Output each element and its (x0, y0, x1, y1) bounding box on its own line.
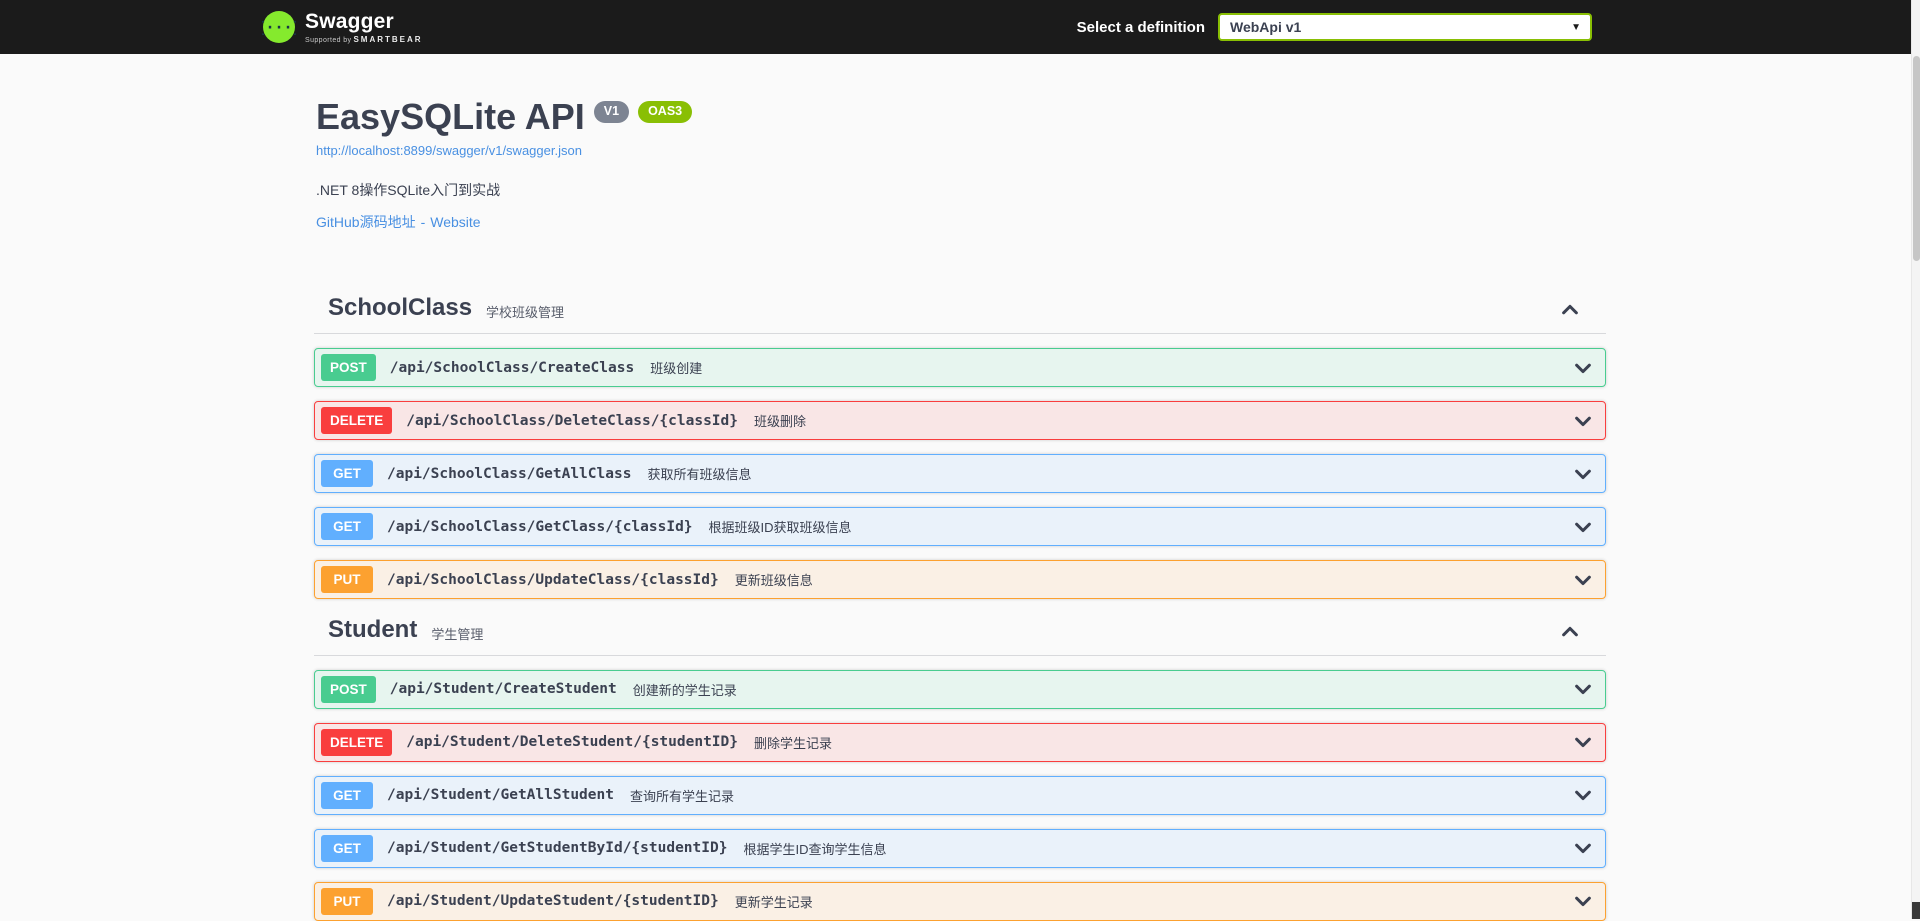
operation-summary: 根据班级ID获取班级信息 (709, 517, 852, 536)
method-badge: PUT (321, 566, 373, 594)
chevron-down-icon[interactable] (1573, 464, 1593, 484)
chevron-down-icon[interactable] (1573, 411, 1593, 431)
api-title: EasySQLite API (316, 96, 585, 137)
tagline-prefix: Supported by (305, 37, 351, 44)
operation-summary: 班级删除 (754, 411, 806, 430)
operation-summary: 根据学生ID查询学生信息 (743, 839, 886, 858)
operation-row[interactable]: DELETE /api/SchoolClass/DeleteClass/{cla… (314, 401, 1606, 440)
topbar: {···} Swagger Supported bySMARTBEAR Sele… (0, 0, 1920, 54)
chevron-down-icon[interactable] (1573, 570, 1593, 590)
method-badge: DELETE (321, 407, 392, 435)
operation-summary: 更新学生记录 (735, 892, 813, 911)
operation-summary: 更新班级信息 (735, 570, 813, 589)
external-links: GitHub源码地址-Website (314, 212, 1606, 232)
operation-summary: 获取所有班级信息 (647, 464, 751, 483)
method-badge: POST (321, 676, 376, 704)
svg-text:{···}: {···} (262, 19, 296, 37)
api-info: EasySQLite API V1 OAS3 http://localhost:88… (314, 96, 1606, 232)
main-content: EasySQLite API V1 OAS3 http://localhost:88… (314, 54, 1606, 921)
select-definition-label: Select a definition (1077, 19, 1205, 36)
swagger-logo[interactable]: {···} Swagger Supported bySMARTBEAR (262, 10, 423, 44)
operation-summary: 查询所有学生记录 (630, 786, 734, 805)
link-separator: - (421, 214, 426, 230)
chevron-up-icon[interactable] (1560, 622, 1580, 642)
operation-path: /api/SchoolClass/DeleteClass/{classId} (406, 413, 738, 429)
chevron-down-icon[interactable] (1573, 358, 1593, 378)
tagline-brand: SMARTBEAR (353, 35, 422, 44)
operation-list: POST /api/Student/CreateStudent 创建新的学生记录… (314, 656, 1606, 921)
chevron-down-icon[interactable] (1573, 838, 1593, 858)
sections: SchoolClass 学校班级管理 POST /api/SchoolClass… (314, 294, 1606, 921)
chevron-down-icon[interactable] (1573, 679, 1593, 699)
scrollbar-bottom-button[interactable] (1912, 902, 1920, 919)
brand-text: Swagger Supported bySMARTBEAR (305, 11, 423, 44)
method-badge: PUT (321, 888, 373, 916)
api-description: .NET 8操作SQLite入门到实战 (314, 180, 1606, 200)
operation-row[interactable]: POST /api/Student/CreateStudent 创建新的学生记录 (314, 670, 1606, 709)
spec-url-link[interactable]: http://localhost:8899/swagger/v1/swagger… (316, 143, 582, 158)
definition-select-value: WebApi v1 (1230, 19, 1301, 35)
chevron-down-icon[interactable] (1573, 732, 1593, 752)
topbar-inner: {···} Swagger Supported bySMARTBEAR Sele… (0, 10, 1920, 44)
definition-picker: Select a definition WebApi v1 ▼ (1077, 13, 1592, 41)
method-badge: GET (321, 782, 373, 810)
tag-section: Student 学生管理 POST /api/Student/CreateStu… (314, 616, 1606, 921)
method-badge: GET (321, 460, 373, 488)
scrollbar-thumb[interactable] (1913, 56, 1920, 261)
operation-summary: 删除学生记录 (754, 733, 832, 752)
operation-row[interactable]: PUT /api/Student/UpdateStudent/{studentI… (314, 882, 1606, 921)
chevron-down-icon[interactable] (1573, 891, 1593, 911)
section-header[interactable]: SchoolClass 学校班级管理 (314, 294, 1606, 334)
operation-row[interactable]: PUT /api/SchoolClass/UpdateClass/{classI… (314, 560, 1606, 599)
chevron-up-icon[interactable] (1560, 300, 1580, 320)
operation-path: /api/Student/GetStudentById/{studentID} (387, 840, 727, 856)
operation-path: /api/Student/UpdateStudent/{studentID} (387, 893, 719, 909)
section-title: Student (328, 616, 417, 645)
method-badge: POST (321, 354, 376, 382)
brand-tagline: Supported bySMARTBEAR (305, 35, 423, 44)
method-badge: GET (321, 835, 373, 863)
definition-select[interactable]: WebApi v1 ▼ (1218, 13, 1592, 41)
operation-row[interactable]: DELETE /api/Student/DeleteStudent/{stude… (314, 723, 1606, 762)
scrollbar[interactable] (1911, 0, 1920, 919)
method-badge: DELETE (321, 729, 392, 757)
page-title: EasySQLite API V1 OAS3 (314, 96, 1606, 137)
swagger-logo-icon: {···} (262, 10, 296, 44)
chevron-down-icon[interactable] (1573, 517, 1593, 537)
operation-path: /api/Student/DeleteStudent/{studentID} (406, 734, 738, 750)
operation-path: /api/SchoolClass/GetClass/{classId} (387, 519, 693, 535)
operation-path: /api/SchoolClass/GetAllClass (387, 466, 631, 482)
operation-row[interactable]: GET /api/SchoolClass/GetAllClass 获取所有班级信… (314, 454, 1606, 493)
operation-row[interactable]: GET /api/Student/GetAllStudent 查询所有学生记录 (314, 776, 1606, 815)
operation-row[interactable]: POST /api/SchoolClass/CreateClass 班级创建 (314, 348, 1606, 387)
method-badge: GET (321, 513, 373, 541)
github-link[interactable]: GitHub源码地址 (316, 214, 416, 230)
section-header[interactable]: Student 学生管理 (314, 616, 1606, 656)
section-description: 学校班级管理 (486, 297, 564, 321)
website-link[interactable]: Website (430, 214, 480, 230)
section-title: SchoolClass (328, 294, 472, 323)
version-badge: V1 (594, 101, 629, 123)
operation-row[interactable]: GET /api/Student/GetStudentById/{student… (314, 829, 1606, 868)
chevron-down-icon: ▼ (1571, 22, 1581, 33)
operation-path: /api/Student/GetAllStudent (387, 787, 614, 803)
operation-path: /api/SchoolClass/UpdateClass/{classId} (387, 572, 719, 588)
operation-row[interactable]: GET /api/SchoolClass/GetClass/{classId} … (314, 507, 1606, 546)
oas3-badge: OAS3 (638, 101, 692, 123)
brand-name: Swagger (305, 11, 423, 32)
section-description: 学生管理 (431, 619, 483, 643)
tag-section: SchoolClass 学校班级管理 POST /api/SchoolClass… (314, 294, 1606, 599)
operation-summary: 班级创建 (650, 358, 702, 377)
chevron-down-icon[interactable] (1573, 785, 1593, 805)
operation-list: POST /api/SchoolClass/CreateClass 班级创建 D… (314, 334, 1606, 599)
operation-path: /api/SchoolClass/CreateClass (390, 360, 634, 376)
operation-path: /api/Student/CreateStudent (390, 681, 617, 697)
operation-summary: 创建新的学生记录 (633, 680, 737, 699)
